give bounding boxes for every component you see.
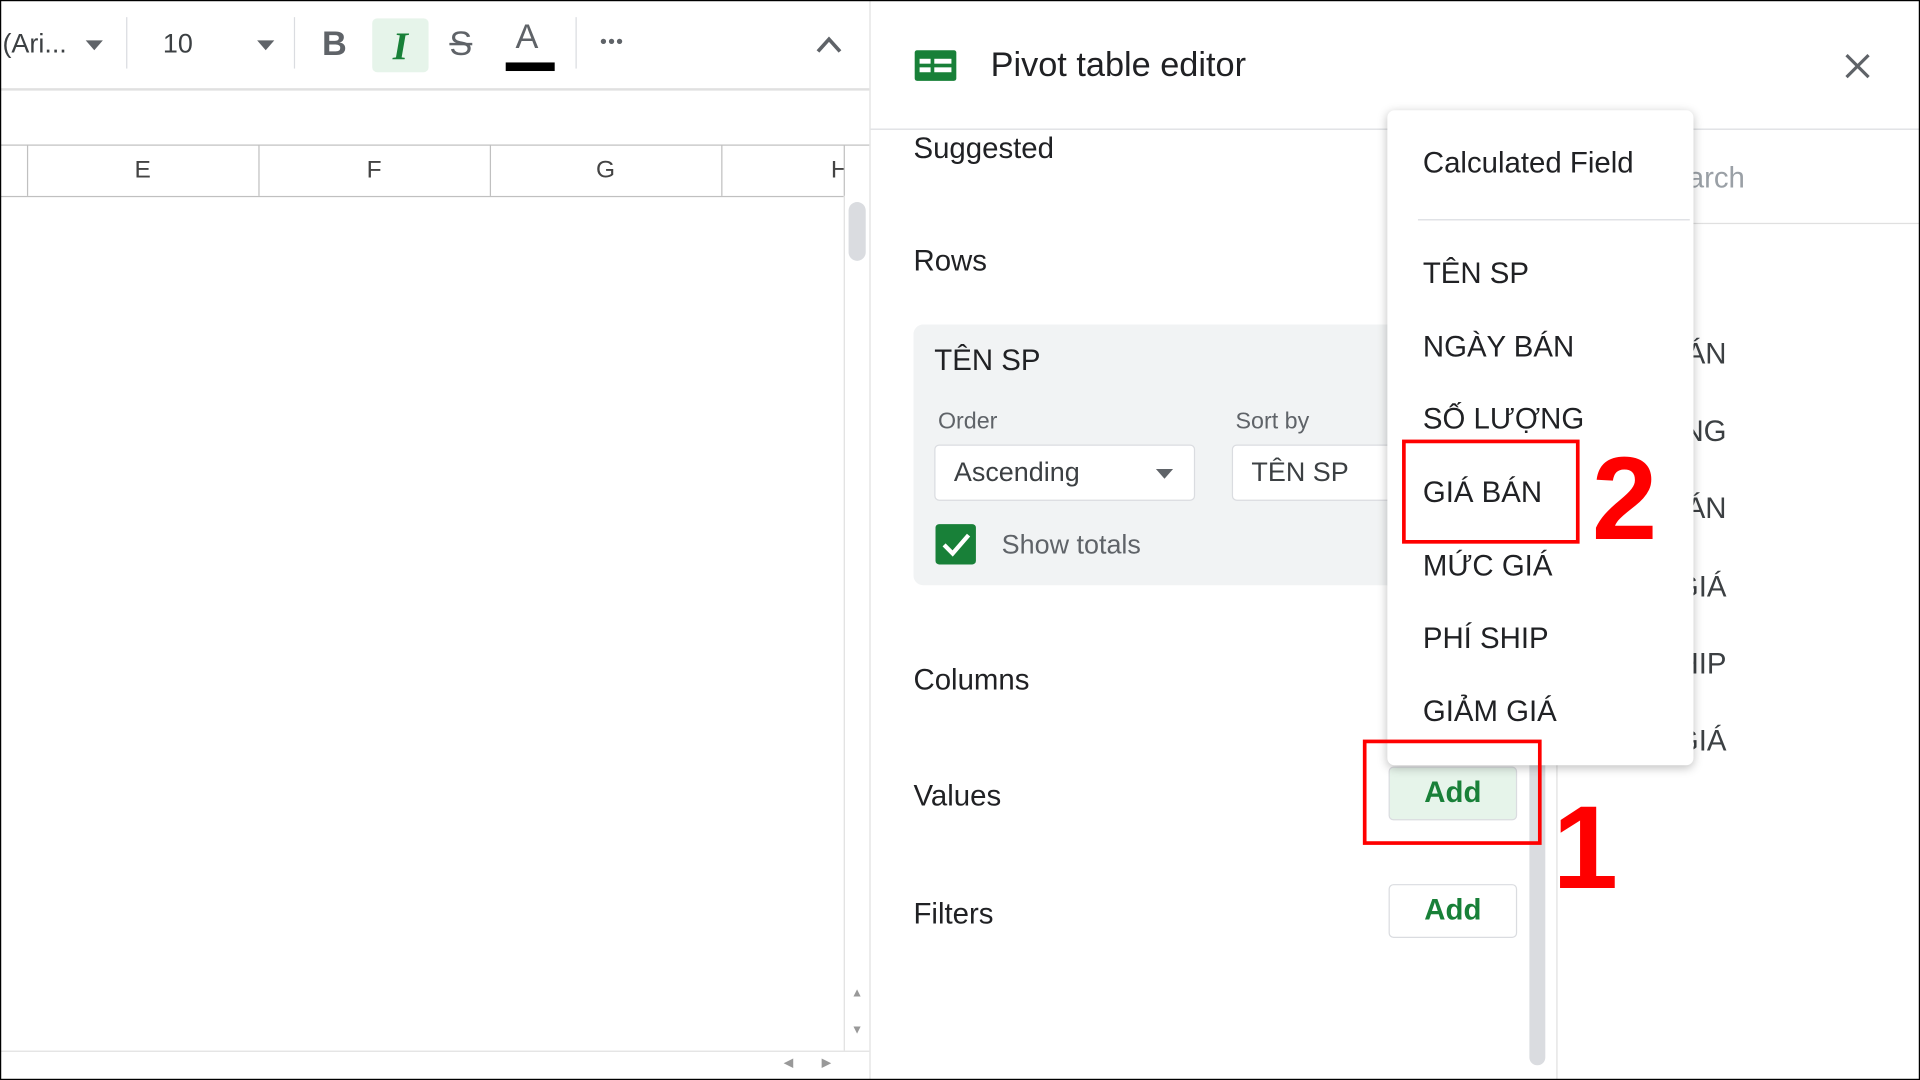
text-color-swatch (505, 62, 555, 72)
suggested-label: Suggested (913, 132, 1054, 166)
column-header-g[interactable]: G (490, 144, 723, 196)
menu-item-calculated-field[interactable]: Calculated Field (1423, 147, 1634, 181)
sheets-table-icon (914, 50, 957, 81)
column-header-f[interactable]: F (258, 144, 492, 196)
annotation-step-2: 2 (1591, 433, 1658, 565)
screenshot: (Ari... 10 B I S A ••• E F G H ▲ ▼ ◀ ▶ P… (0, 0, 1920, 1080)
horizontal-scrollbar[interactable]: ◀ ▶ (0, 1050, 870, 1080)
bold-icon[interactable]: B (322, 24, 347, 63)
menu-item[interactable]: TÊN SP (1423, 257, 1529, 291)
scroll-up-icon[interactable]: ▲ (851, 987, 863, 1000)
divider (126, 17, 128, 69)
font-size-select[interactable]: 10 (163, 28, 193, 60)
italic-button[interactable]: I (372, 18, 429, 73)
order-label: Order (937, 408, 998, 435)
text-color-icon[interactable]: A (516, 17, 539, 56)
chevron-down-icon[interactable] (257, 40, 275, 51)
menu-item[interactable]: GIẢM GIÁ (1423, 696, 1557, 730)
scrollbar-thumb[interactable] (848, 202, 866, 261)
values-label: Values (913, 780, 1002, 814)
strikethrough-icon[interactable]: S (449, 24, 472, 63)
scroll-right-icon[interactable]: ▶ (822, 1057, 831, 1070)
chevron-down-icon (1155, 468, 1174, 479)
formula-bar[interactable] (0, 91, 870, 146)
font-name-select[interactable]: (Ari... (2, 28, 66, 60)
row-field-card: TÊN SP Order Ascending Sort by TÊN SP Sh… (913, 324, 1477, 586)
rows-label: Rows (913, 244, 987, 278)
columns-label: Columns (913, 663, 1030, 697)
annotation-step-1: 1 (1552, 782, 1619, 914)
checkmark-icon (942, 533, 971, 557)
vertical-scrollbar[interactable]: ▲ ▼ (843, 195, 871, 1051)
scroll-left-icon[interactable]: ◀ (784, 1057, 793, 1070)
menu-item[interactable]: SỐ LƯỢNG (1423, 403, 1584, 437)
annotation-box-1 (1362, 739, 1542, 845)
sheet-grid[interactable] (0, 197, 845, 1050)
order-select[interactable]: Ascending (934, 444, 1196, 501)
annotation-box-2 (1402, 439, 1580, 544)
menu-item[interactable]: PHÍ SHIP (1423, 622, 1549, 656)
filters-label: Filters (913, 897, 994, 931)
column-header-h-label: H (831, 156, 844, 184)
row-header-corner (0, 144, 29, 196)
divider (293, 17, 296, 69)
menu-item[interactable]: NGÀY BÁN (1423, 331, 1574, 365)
order-value: Ascending (953, 456, 1080, 488)
menu-item[interactable]: MỨC GIÁ (1423, 550, 1553, 584)
sort-by-label: Sort by (1235, 408, 1310, 435)
show-totals-label: Show totals (1001, 528, 1141, 560)
chevron-down-icon[interactable] (85, 40, 103, 51)
scroll-down-icon[interactable]: ▼ (851, 1024, 863, 1037)
sort-by-value: TÊN SP (1251, 456, 1349, 488)
column-header-h[interactable]: H (721, 144, 845, 196)
filters-add-button[interactable]: Add (1388, 884, 1518, 938)
close-icon[interactable] (1844, 53, 1871, 80)
divider (575, 17, 577, 69)
panel-title: Pivot table editor (990, 45, 1247, 84)
more-icon[interactable]: ••• (600, 32, 624, 54)
menu-divider (1417, 219, 1690, 221)
column-header-e[interactable]: E (27, 144, 260, 196)
toolbar: (Ari... 10 B I S A ••• (0, 0, 870, 91)
chevron-up-icon[interactable] (814, 33, 843, 55)
row-field-name: TÊN SP (934, 344, 1041, 378)
italic-icon: I (392, 22, 409, 67)
show-totals-checkbox[interactable] (935, 524, 976, 565)
